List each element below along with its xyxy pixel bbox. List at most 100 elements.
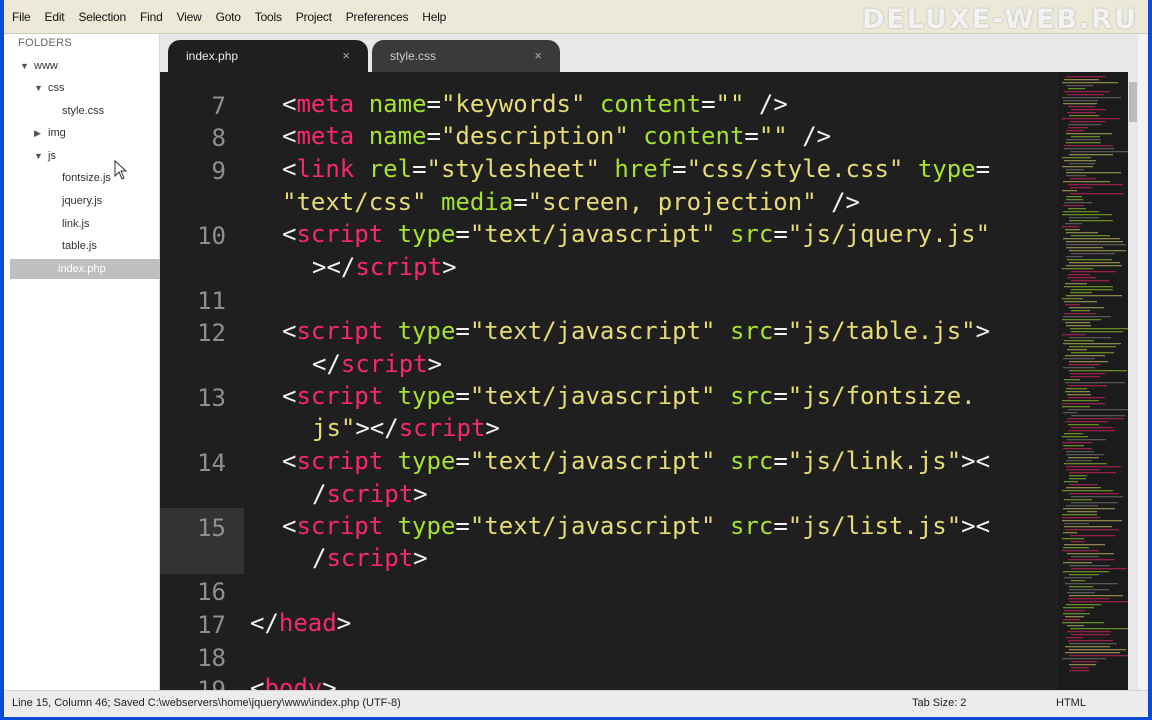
line-number: 16 (197, 578, 226, 606)
disclosure-expanded-icon[interactable]: ▼ (34, 146, 48, 166)
minimap-line (1069, 601, 1128, 603)
token-tag: script (326, 480, 414, 508)
minimap-line (1063, 508, 1115, 510)
tree-item-index-php[interactable]: index.php (10, 259, 160, 279)
menu-find[interactable]: Find (140, 10, 163, 24)
code-line[interactable]: <script type="text/javascript" src="js/l… (282, 512, 990, 540)
token-punct: = (744, 122, 759, 150)
minimap-line (1070, 187, 1092, 189)
minimap-line (1065, 283, 1087, 285)
minimap-line (1065, 382, 1125, 384)
code-line[interactable]: <script type="text/javascript" src="js/l… (282, 447, 990, 475)
menu-file[interactable]: File (12, 10, 31, 24)
token-punct: = (455, 220, 470, 248)
minimap-line (1063, 181, 1110, 183)
tab-index-php[interactable]: index.php × (168, 40, 368, 72)
menu-preferences[interactable]: Preferences (346, 10, 409, 24)
minimap-line (1071, 310, 1090, 312)
token-punct: > (413, 480, 428, 508)
close-icon[interactable]: × (534, 48, 542, 63)
minimap-line (1066, 241, 1123, 243)
disclosure-expanded-icon[interactable]: ▼ (20, 56, 34, 76)
minimap-line (1063, 571, 1109, 573)
token-punct: = (426, 122, 441, 150)
minimap-line (1066, 466, 1121, 468)
menu-help[interactable]: Help (422, 10, 446, 24)
minimap-line (1064, 301, 1097, 303)
minimap-line (1066, 232, 1098, 234)
token-attr: type (397, 220, 456, 248)
token-str: "js/link.js" (787, 447, 962, 475)
code-line[interactable]: <meta name="keywords" content="" /> (282, 90, 788, 118)
minimap-line (1067, 277, 1096, 279)
minimap-line (1062, 268, 1093, 270)
minimap-line (1065, 583, 1118, 585)
token-tag: script (340, 350, 428, 378)
close-icon[interactable]: × (342, 48, 350, 63)
code-line[interactable]: </head> (250, 609, 351, 637)
tree-item-js[interactable]: ▼ js (34, 146, 56, 166)
tree-item-css[interactable]: ▼ css (34, 78, 65, 98)
token-punct: = (773, 317, 788, 345)
minimap-line (1064, 481, 1078, 483)
minimap-line (1066, 637, 1083, 639)
tree-item-label: index.php (58, 263, 106, 275)
token-tag: script (296, 382, 384, 410)
line-number: 18 (197, 644, 226, 672)
menu-goto[interactable]: Goto (216, 10, 241, 24)
menu-project[interactable]: Project (296, 10, 332, 24)
code-line[interactable]: <body> (250, 674, 337, 690)
minimap-line (1071, 568, 1127, 570)
tree-item-table-js[interactable]: table.js (62, 236, 97, 256)
token-str: "js/jquery.js" (787, 220, 991, 248)
tree-item-www[interactable]: ▼ www (20, 56, 58, 76)
vertical-scrollbar[interactable] (1128, 72, 1138, 690)
tree-item-style-css[interactable]: style.css (62, 101, 104, 121)
code-line[interactable]: "text/css" media="screen, projection" /> (282, 188, 860, 216)
token-tag: script (398, 414, 486, 442)
code-line[interactable]: ></script> (312, 253, 457, 281)
code-line[interactable]: <link rel="stylesheet" href="css/style.c… (282, 155, 990, 183)
token-punct: < (282, 155, 297, 183)
token-attr: type (397, 317, 456, 345)
code-editor[interactable]: 7 8 9 10 11 12 13 14 15 16 17 18 19 <meta name="keyw… (160, 72, 1138, 690)
scrollbar-thumb[interactable] (1129, 82, 1137, 122)
code-line[interactable]: <script type="text/javascript" src="js/f… (282, 382, 976, 410)
code-line[interactable]: <script type="text/javascript" src="js/j… (282, 220, 990, 248)
minimap-line (1066, 295, 1122, 297)
code-line[interactable]: /script> (312, 480, 428, 508)
disclosure-expanded-icon[interactable]: ▼ (34, 78, 48, 98)
code-line[interactable]: js"></script> (312, 414, 500, 442)
code-line[interactable]: </script> (312, 350, 442, 378)
token-attr: media (440, 188, 514, 216)
code-line[interactable]: /script> (312, 544, 428, 572)
menu-selection[interactable]: Selection (78, 10, 126, 24)
code-line[interactable]: <script type="text/javascript" src="js/t… (282, 317, 990, 345)
minimap-line (1067, 439, 1106, 441)
minimap[interactable] (1058, 72, 1128, 690)
tree-item-fontsize-js[interactable]: fontsize.js (62, 168, 111, 188)
tree-item-link-js[interactable]: link.js (62, 214, 90, 234)
tab-size-indicator[interactable]: Tab Size: 2 (912, 697, 966, 709)
menu-tools[interactable]: Tools (255, 10, 282, 24)
menu-edit[interactable]: Edit (45, 10, 65, 24)
menu-view[interactable]: View (177, 10, 202, 24)
minimap-line (1066, 172, 1121, 174)
syntax-indicator[interactable]: HTML (1056, 697, 1086, 709)
minimap-line (1068, 88, 1085, 90)
minimap-line (1069, 361, 1108, 363)
minimap-line (1070, 178, 1096, 180)
minimap-line (1071, 289, 1113, 291)
minimap-line (1071, 253, 1115, 255)
tree-item-img[interactable]: ▶ img (34, 123, 66, 143)
line-number: 17 (197, 611, 226, 639)
token-attr: src (729, 512, 774, 540)
token-punct: ></ (312, 253, 356, 281)
minimap-line (1064, 379, 1080, 381)
tab-style-css[interactable]: style.css × (372, 40, 560, 72)
tree-item-jquery-js[interactable]: jquery.js (62, 191, 102, 211)
minimap-line (1064, 523, 1089, 525)
code-line[interactable]: <meta name="description" content="" /> (282, 122, 831, 150)
disclosure-collapsed-icon[interactable]: ▶ (34, 123, 48, 143)
minimap-line (1066, 604, 1101, 606)
